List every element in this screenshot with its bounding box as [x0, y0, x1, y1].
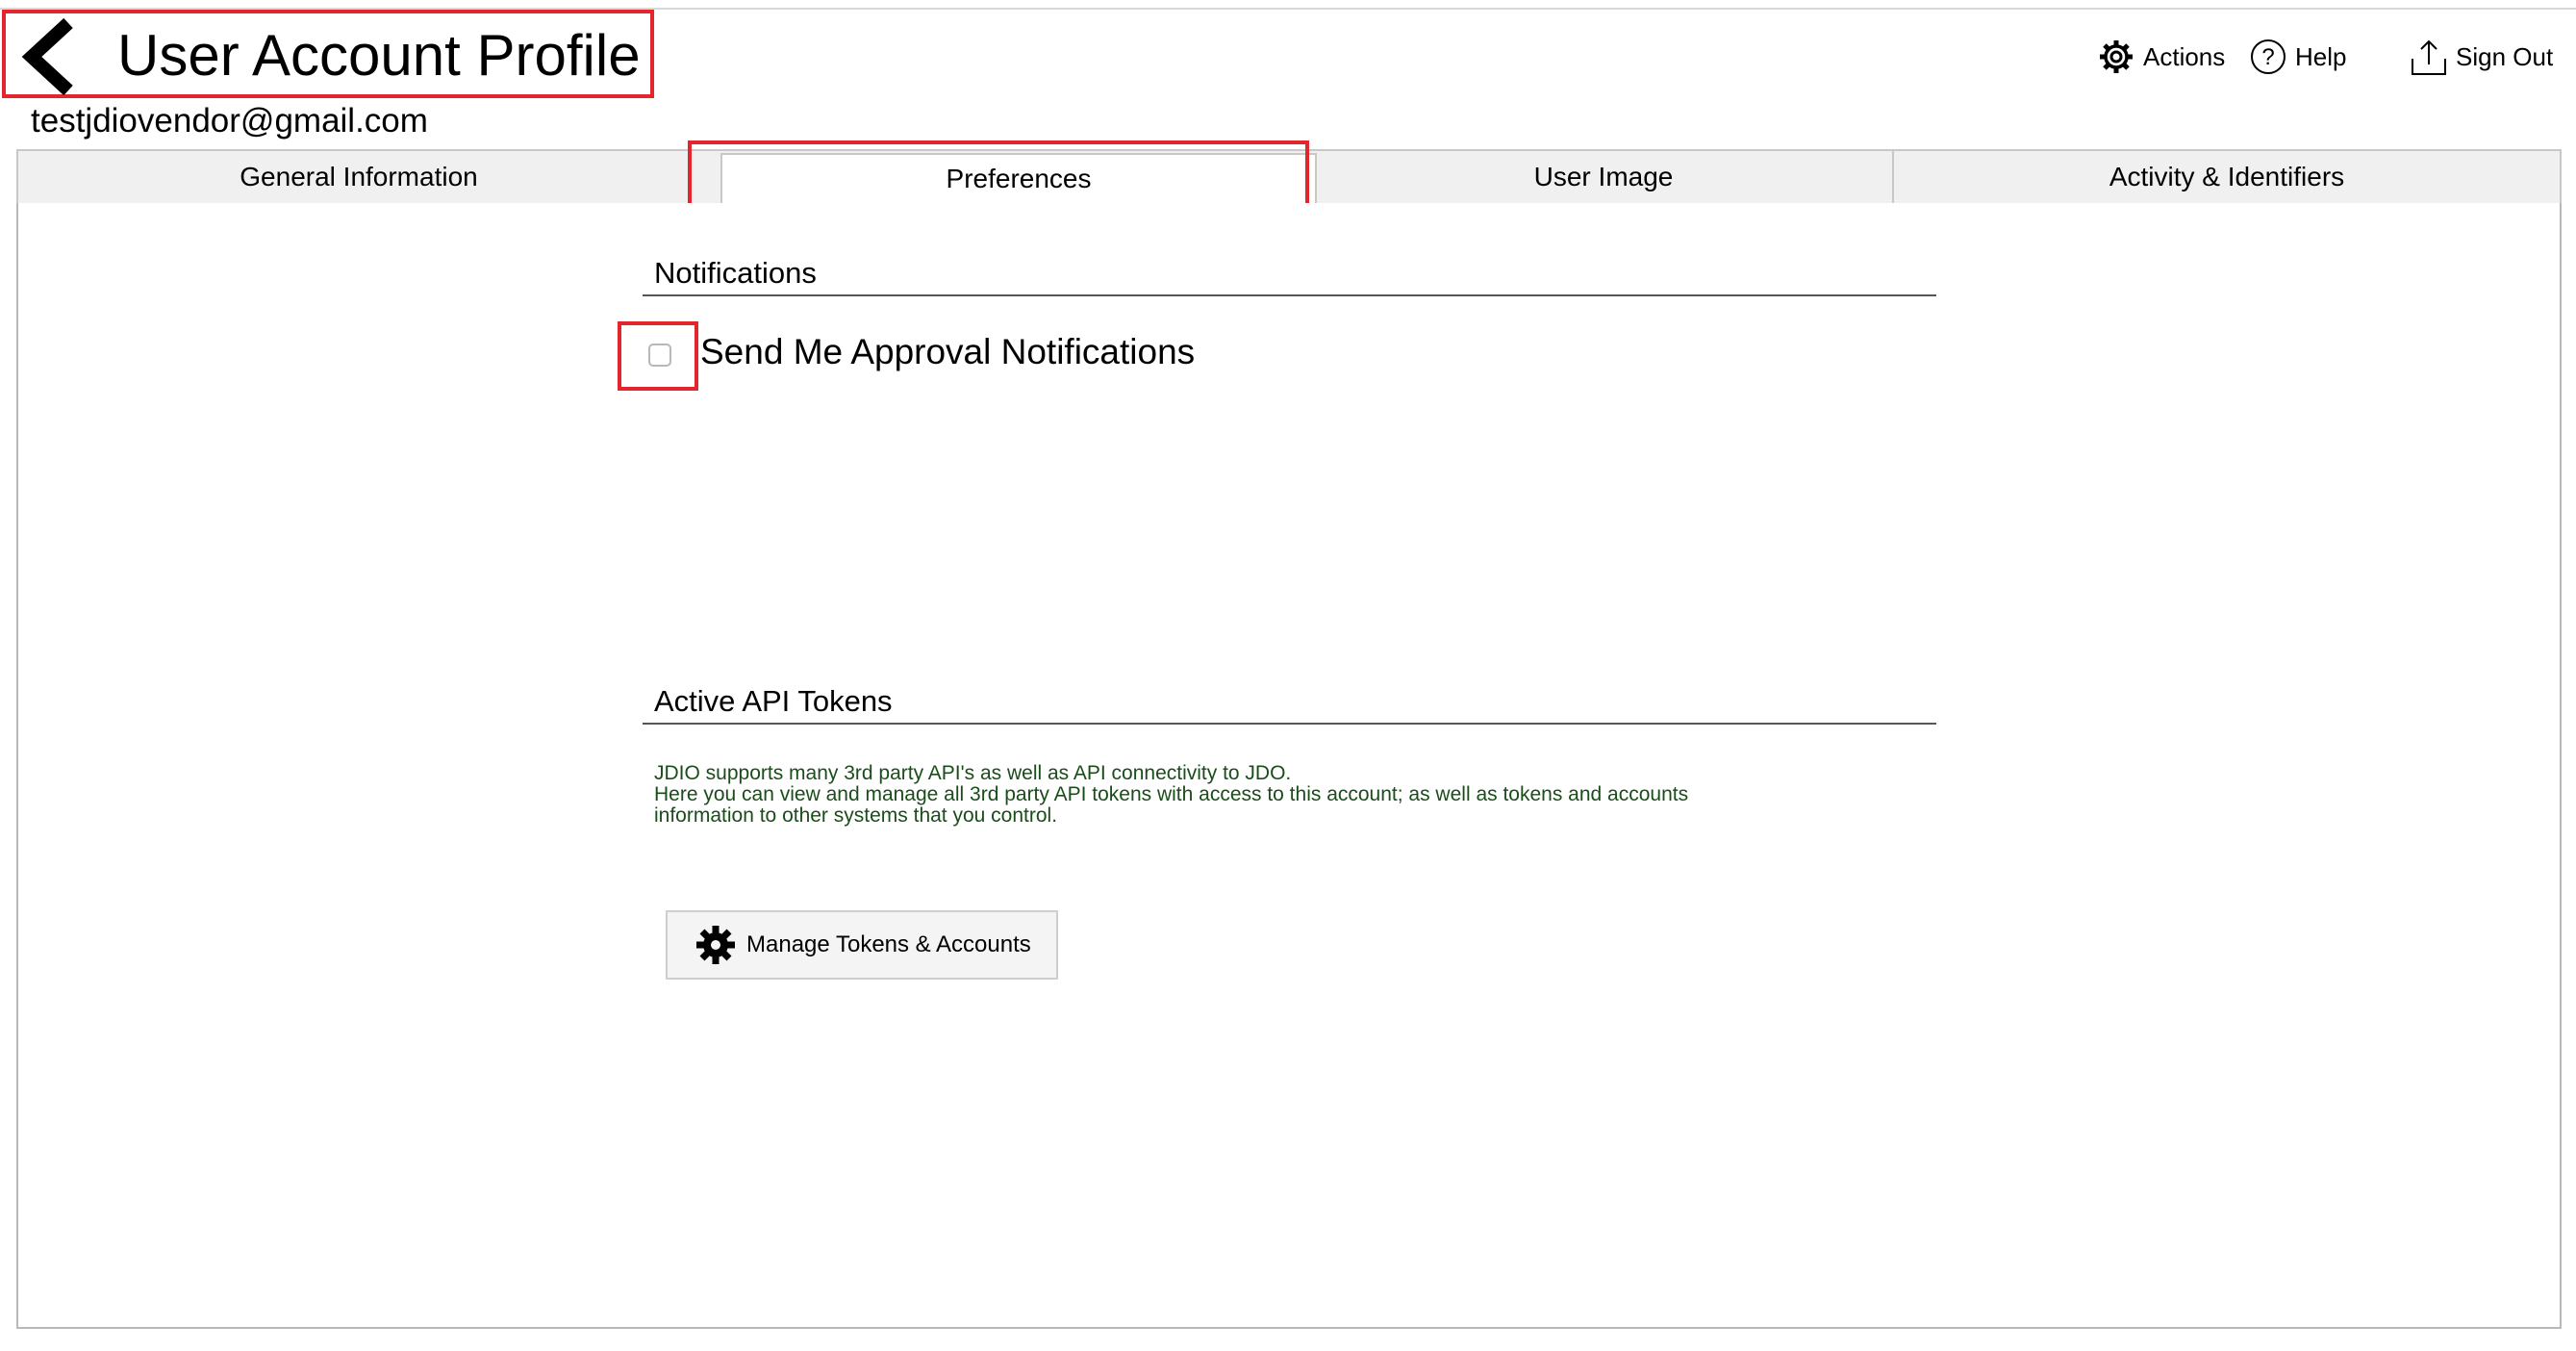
tab-activity-identifiers[interactable]: Activity & Identifiers	[1892, 151, 2560, 203]
tab-label: User Image	[1533, 162, 1674, 191]
description-line: JDIO supports many 3rd party API's as we…	[654, 762, 1292, 784]
help-label: Help	[2295, 41, 2347, 71]
tab-label: Preferences	[946, 164, 1092, 193]
tab-user-image[interactable]: User Image	[1315, 151, 1892, 203]
notifications-section-header: Notifications	[643, 246, 1936, 296]
svg-text:?: ?	[2261, 44, 2274, 70]
notifications-heading: Notifications	[654, 256, 817, 290]
manage-tokens-label: Manage Tokens & Accounts	[746, 931, 1031, 957]
user-account-profile-page: User Account Profile testjdiovendor@gmai…	[0, 0, 2576, 1351]
tab-preferences[interactable]: Preferences	[699, 151, 1317, 205]
gear-icon	[2100, 40, 2133, 73]
manage-tokens-button[interactable]: Manage Tokens & Accounts	[666, 910, 1058, 980]
tab-label: Activity & Identifiers	[2109, 162, 2345, 191]
title-highlight-box: User Account Profile	[2, 10, 654, 98]
sign-out-button[interactable]: Sign Out	[2410, 33, 2553, 81]
gear-icon	[695, 924, 737, 966]
actions-menu-button[interactable]: Actions	[2097, 33, 2225, 81]
description-line: information to other systems that you co…	[654, 804, 1058, 827]
actions-label: Actions	[2143, 41, 2226, 71]
upload-icon	[2412, 39, 2446, 75]
sign-out-label: Sign Out	[2456, 41, 2554, 71]
user-email: testjdiovendor@gmail.com	[31, 102, 428, 140]
page-title: User Account Profile	[117, 23, 641, 88]
tab-general-information[interactable]: General Information	[18, 151, 699, 203]
chevron-left-icon	[21, 17, 73, 96]
tab-label: General Information	[240, 162, 478, 191]
api-tokens-description: JDIO supports many 3rd party API's as we…	[654, 763, 1688, 827]
tab-preferences-selected: Preferences	[720, 153, 1317, 205]
api-tokens-heading: Active API Tokens	[654, 684, 893, 718]
back-button[interactable]	[15, 17, 83, 96]
profile-tabs: General Information Preferences User Ima…	[16, 149, 2562, 205]
approval-notifications-label: Send Me Approval Notifications	[700, 332, 1196, 371]
help-button[interactable]: ? Help	[2249, 33, 2346, 81]
api-tokens-section-header: Active API Tokens	[643, 675, 1936, 725]
help-circle-icon: ?	[2251, 39, 2286, 74]
approval-notifications-checkbox[interactable]	[648, 344, 671, 367]
description-line: Here you can view and manage all 3rd par…	[654, 783, 1689, 805]
